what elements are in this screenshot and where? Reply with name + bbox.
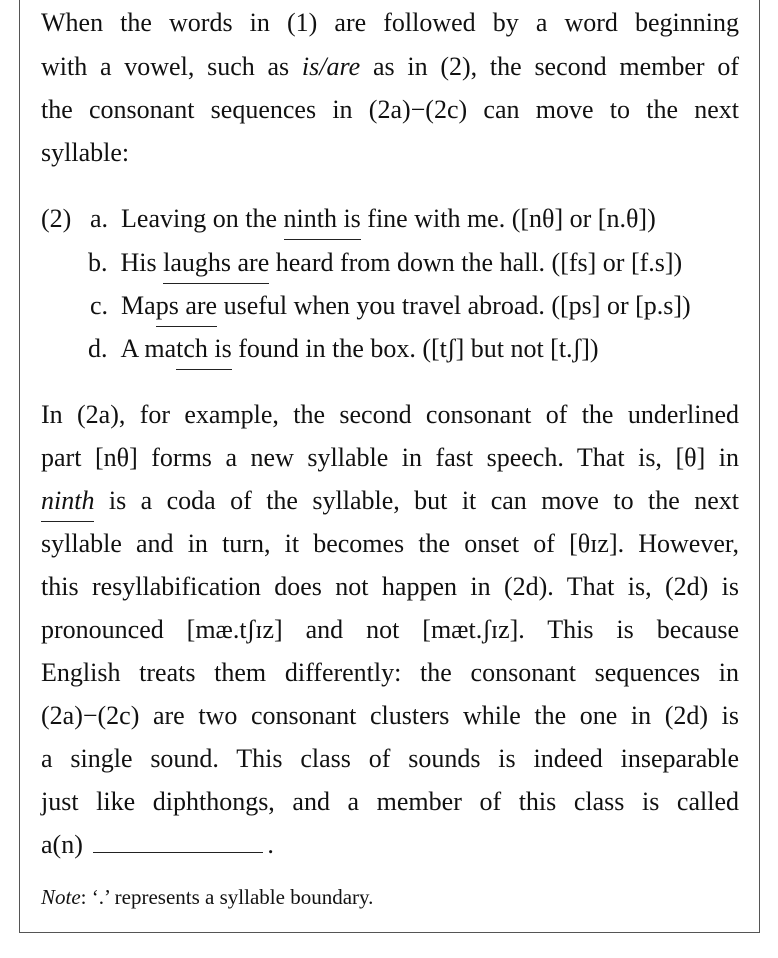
para-line-11: a(n) . (41, 830, 274, 859)
para-line-10: just like diphthongs, and a member of th… (41, 787, 739, 816)
underlined-part: tch is (176, 334, 232, 370)
para-line-9: a single sound. This class of sounds is … (41, 744, 739, 773)
intro-line-4: syllable: (41, 138, 130, 167)
ninth-emphasis: ninth (41, 486, 95, 522)
example-a: a. Leaving on the ninth is fine with me.… (90, 204, 656, 240)
para-line-7: English treats them differently: the con… (41, 658, 739, 687)
example-number: (2) (41, 204, 72, 233)
para-line-8: (2a)−(2c) are two consonant clusters whi… (41, 701, 739, 730)
para-line-4: syllable and in turn, it becomes the ons… (41, 529, 739, 558)
para-line-1: In (2a), for example, the second consona… (41, 400, 739, 429)
note-label: Note (41, 885, 81, 909)
example-c: c. Maps are useful when you travel abroa… (90, 291, 691, 327)
intro-line-3: the consonant sequences in (2a)−(2c) can… (41, 95, 739, 124)
para-line-5: this resyllabification does not happen i… (41, 572, 739, 601)
intro-emphasis: is/are (301, 52, 361, 81)
underlined-part: laughs are (163, 248, 270, 284)
example-d: d. A match is found in the box. ([tʃ] bu… (88, 334, 599, 370)
example-b: b. His laughs are heard from down the ha… (88, 248, 683, 284)
note: Note: ‘.’ represents a syllable boundary… (41, 885, 373, 910)
intro-line-2: with a vowel, such as is/are as in (2), … (41, 52, 739, 81)
note-text: : ‘.’ represents a syllable boundary. (80, 885, 374, 909)
underlined-part: ps are (155, 291, 218, 327)
answer-blank[interactable] (93, 832, 264, 853)
para-line-3: ninth is a coda of the syllable, but it … (41, 486, 739, 522)
para-line-6: pronounced [mæ.tʃɪz] and not [mæt.ʃɪz]. … (41, 615, 739, 644)
para-line-2: part [nθ] forms a new syllable in fast s… (41, 443, 739, 472)
intro-line-1: When the words in (1) are followed by a … (41, 8, 739, 37)
underlined-part: ninth is (283, 204, 362, 240)
